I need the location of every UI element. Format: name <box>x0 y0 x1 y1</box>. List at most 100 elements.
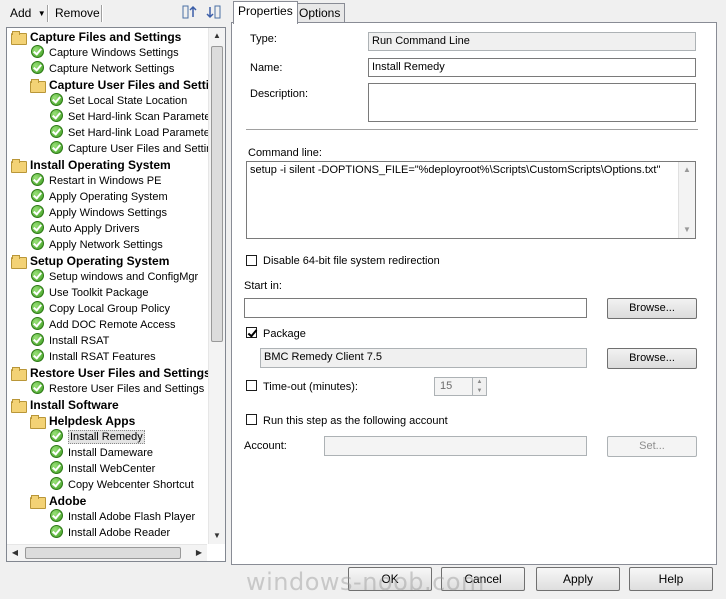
timeout-spin-buttons[interactable]: ▲ ▼ <box>472 378 486 395</box>
tree-step[interactable]: Restart in Windows PE <box>31 173 161 189</box>
account-field <box>324 436 587 456</box>
check-icon <box>31 61 44 74</box>
tree-step[interactable]: Install WebCenter <box>50 461 155 477</box>
check-icon <box>50 93 63 106</box>
check-icon <box>50 445 63 458</box>
spin-down-icon[interactable]: ▼ <box>473 387 486 395</box>
tree-group[interactable]: Restore User Files and Settings <box>11 365 211 381</box>
tree-step[interactable]: Copy Webcenter Shortcut <box>50 477 194 493</box>
start-in-field[interactable] <box>244 298 587 318</box>
tree-step[interactable]: Install Dameware <box>50 445 153 461</box>
tree-step[interactable]: Add DOC Remote Access <box>31 317 176 333</box>
scrollbar-thumb[interactable] <box>211 46 223 342</box>
apply-button[interactable]: Apply <box>536 567 620 591</box>
description-field[interactable] <box>368 83 696 122</box>
package-checkbox[interactable] <box>246 327 257 338</box>
scroll-up-arrow-icon[interactable]: ▲ <box>209 28 225 44</box>
tree-step-selected[interactable]: Install Remedy <box>50 429 145 445</box>
tree-step[interactable]: Auto Apply Drivers <box>31 221 139 237</box>
check-icon <box>50 461 63 474</box>
tree-step[interactable]: Install RSAT <box>31 333 109 349</box>
tree-group[interactable]: Capture User Files and Setti <box>30 77 209 93</box>
check-icon <box>50 429 63 442</box>
browse-package-button[interactable]: Browse... <box>607 348 697 369</box>
check-icon <box>31 237 44 250</box>
toolbar-separator <box>47 5 49 22</box>
move-down-icon[interactable] <box>205 4 221 20</box>
scroll-left-arrow-icon[interactable]: ◀ <box>7 545 23 561</box>
divider <box>246 129 698 131</box>
folder-icon <box>11 399 27 413</box>
tree-step[interactable]: Capture Windows Settings <box>31 45 179 61</box>
toolbar-separator <box>101 5 103 22</box>
folder-icon <box>11 159 27 173</box>
check-icon <box>31 173 44 186</box>
account-label: Account: <box>244 440 287 452</box>
scroll-down-arrow-icon[interactable]: ▼ <box>679 222 695 238</box>
tree-step[interactable]: Set Local State Location <box>50 93 187 109</box>
tree-group[interactable]: Install Software <box>11 397 119 413</box>
name-field[interactable]: Install Remedy <box>368 58 696 77</box>
task-sequence-tree[interactable]: Capture Files and Settings Capture Windo… <box>6 27 226 562</box>
properties-panel: Type: Run Command Line Name: Install Rem… <box>231 22 717 565</box>
tree-step[interactable]: Apply Windows Settings <box>31 205 167 221</box>
check-icon <box>50 509 63 522</box>
tree-step[interactable]: Apply Operating System <box>31 189 168 205</box>
move-up-icon[interactable] <box>182 4 198 20</box>
tree-step[interactable]: Capture Network Settings <box>31 61 174 77</box>
tree-step[interactable]: Install Adobe Flash Player <box>50 509 195 525</box>
check-icon <box>31 205 44 218</box>
tree-step[interactable]: Capture User Files and Settir <box>50 141 210 157</box>
add-button[interactable]: Add ▼ <box>10 6 46 20</box>
tree-step[interactable]: Apply Network Settings <box>31 237 163 253</box>
tree-step[interactable]: Install RSAT Features <box>31 349 156 365</box>
package-label: Package <box>263 328 306 340</box>
check-icon <box>50 141 63 154</box>
scroll-right-arrow-icon[interactable]: ▶ <box>191 545 207 561</box>
check-icon <box>50 525 63 538</box>
watermark: windows-noob.com <box>246 568 485 596</box>
check-icon <box>31 381 44 394</box>
command-line-scrollbar[interactable]: ▲ ▼ <box>678 162 695 238</box>
run-as-checkbox[interactable] <box>246 414 257 425</box>
tree-step[interactable]: Restore User Files and Settings <box>31 381 204 397</box>
spin-up-icon[interactable]: ▲ <box>473 378 486 387</box>
remove-button[interactable]: Remove <box>55 6 100 20</box>
chevron-down-icon: ▼ <box>37 9 46 18</box>
timeout-checkbox[interactable] <box>246 380 257 391</box>
set-account-button: Set... <box>607 436 697 457</box>
check-icon <box>31 269 44 282</box>
tree-step[interactable]: Copy Local Group Policy <box>31 301 170 317</box>
add-button-label: Add <box>10 6 32 20</box>
disable-64bit-checkbox[interactable] <box>246 255 257 266</box>
check-icon <box>31 221 44 234</box>
check-icon <box>31 45 44 58</box>
tree-vertical-scrollbar[interactable]: ▲ ▼ <box>208 28 225 544</box>
timeout-stepper[interactable]: 15 ▲ ▼ <box>434 377 487 396</box>
tree-step[interactable]: Setup windows and ConfigMgr <box>31 269 198 285</box>
folder-icon <box>11 31 27 45</box>
tree-step[interactable]: Set Hard-link Scan Paramete <box>50 109 210 125</box>
tree-group[interactable]: Setup Operating System <box>11 253 169 269</box>
tree-step[interactable]: Set Hard-link Load Paramete <box>50 125 210 141</box>
tree-step[interactable]: Install Adobe Reader <box>50 525 170 541</box>
check-icon <box>31 301 44 314</box>
check-icon <box>31 189 44 202</box>
folder-icon <box>30 415 46 429</box>
scrollbar-thumb[interactable] <box>25 547 181 559</box>
scroll-down-arrow-icon[interactable]: ▼ <box>209 528 225 544</box>
tree-group[interactable]: Capture Files and Settings <box>11 29 181 45</box>
command-line-label: Command line: <box>248 147 322 159</box>
check-icon <box>31 285 44 298</box>
browse-start-in-button[interactable]: Browse... <box>607 298 697 319</box>
tab-options[interactable]: Options <box>294 3 346 23</box>
tree-group[interactable]: Helpdesk Apps <box>30 413 135 429</box>
command-line-field[interactable]: setup -i silent -DOPTIONS_FILE="%deployr… <box>246 161 696 239</box>
tree-horizontal-scrollbar[interactable]: ◀ ▶ <box>7 544 207 561</box>
tree-group[interactable]: Install Operating System <box>11 157 171 173</box>
help-button[interactable]: Help <box>629 567 713 591</box>
tab-properties[interactable]: Properties <box>233 1 298 24</box>
scroll-up-arrow-icon[interactable]: ▲ <box>679 162 695 178</box>
tree-group[interactable]: Adobe <box>30 493 86 509</box>
tree-step[interactable]: Use Toolkit Package <box>31 285 148 301</box>
